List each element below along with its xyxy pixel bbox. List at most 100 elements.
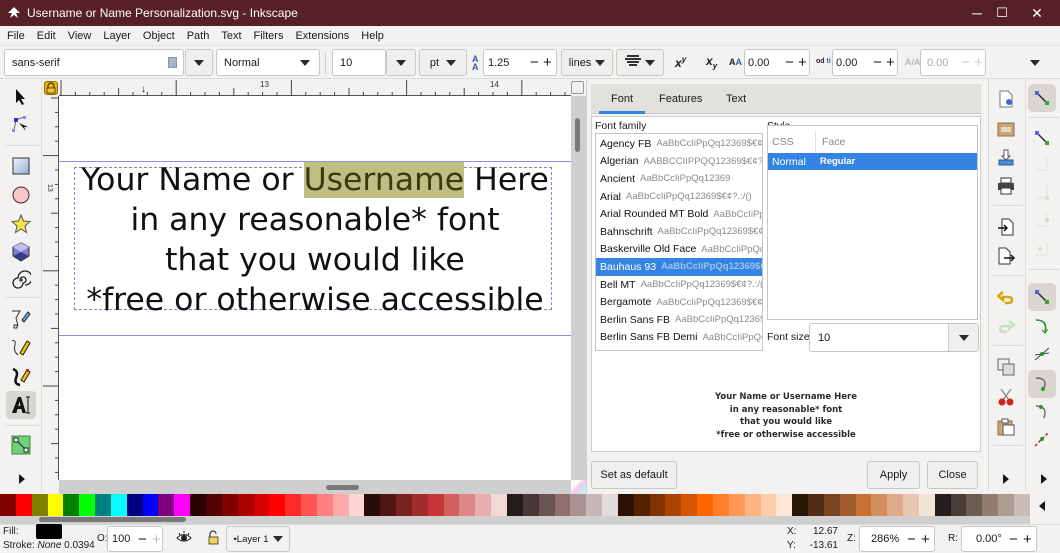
close-window-button[interactable]: ✕ bbox=[1014, 0, 1060, 26]
char-rotation-increase[interactable]: + bbox=[974, 54, 983, 71]
palette-swatch[interactable] bbox=[586, 494, 603, 516]
horizontal-scroll-thumb[interactable] bbox=[326, 485, 359, 490]
3d-box-tool[interactable] bbox=[6, 238, 36, 266]
selector-tool[interactable] bbox=[6, 83, 36, 111]
font-family-dropdown[interactable] bbox=[185, 49, 213, 76]
bezier-tool[interactable] bbox=[6, 305, 36, 333]
cut-button[interactable] bbox=[992, 383, 1020, 411]
ellipse-tool[interactable] bbox=[6, 181, 36, 209]
palette-swatch[interactable] bbox=[918, 494, 935, 516]
palette-swatch[interactable] bbox=[633, 494, 650, 516]
palette-swatch[interactable] bbox=[475, 494, 492, 516]
letter-spacing-increase[interactable]: + bbox=[798, 54, 807, 71]
menu-extensions[interactable]: Extensions bbox=[288, 30, 354, 42]
palette-swatch[interactable] bbox=[554, 494, 571, 516]
rotate-increase[interactable]: + bbox=[1023, 531, 1032, 548]
palette-swatch[interactable] bbox=[364, 494, 381, 516]
dialog-font-size-dropdown[interactable] bbox=[948, 324, 978, 351]
fill-swatch[interactable] bbox=[36, 524, 62, 539]
font-list-item[interactable]: Agency FB AaBbCcIiPpQq12369$€¢?.:/() bbox=[596, 135, 762, 153]
palette-swatch[interactable] bbox=[79, 494, 96, 516]
snap-midpoint[interactable] bbox=[1028, 425, 1056, 453]
set-as-default-button[interactable]: Set as default bbox=[591, 461, 677, 489]
font-list-item[interactable]: Bergamote AaBbCcIiPpQq12369$€¢?.:/() bbox=[596, 293, 762, 311]
snap-smooth[interactable] bbox=[1028, 398, 1056, 426]
palette-swatch[interactable] bbox=[966, 494, 983, 516]
opacity-input[interactable]: 100 − + bbox=[107, 526, 163, 552]
palette-swatch[interactable] bbox=[792, 494, 809, 516]
palette-swatch[interactable] bbox=[142, 494, 159, 516]
palette-swatch[interactable] bbox=[95, 494, 111, 516]
duplicate-button[interactable] bbox=[992, 353, 1020, 381]
ruler-horizontal[interactable]: 13 14 ↓ bbox=[59, 79, 571, 96]
ruler-vertical[interactable]: 13 bbox=[42, 96, 59, 480]
palette-swatch[interactable] bbox=[110, 494, 127, 516]
palette-swatch[interactable] bbox=[570, 494, 587, 516]
line-spacing-decrease[interactable]: − bbox=[530, 54, 539, 71]
zoom-correction-icon[interactable] bbox=[571, 81, 584, 94]
color-management-icon[interactable] bbox=[571, 480, 586, 494]
snap-bbox-edge[interactable] bbox=[1028, 151, 1056, 179]
palette-scroll-thumb[interactable] bbox=[39, 517, 186, 522]
opacity-increase[interactable]: + bbox=[152, 531, 161, 548]
import-button[interactable] bbox=[992, 144, 1020, 172]
palette-swatch[interactable] bbox=[174, 494, 191, 516]
palette-swatch[interactable] bbox=[443, 494, 460, 516]
palette-swatch[interactable] bbox=[205, 494, 222, 516]
node-tool[interactable] bbox=[6, 111, 36, 139]
palette-swatch[interactable] bbox=[190, 494, 206, 516]
text-tool[interactable] bbox=[6, 391, 36, 419]
palette-swatch[interactable] bbox=[808, 494, 824, 516]
palette-swatch[interactable] bbox=[316, 494, 333, 516]
canvas[interactable]: Your Name or Username Here in any reason… bbox=[59, 96, 571, 480]
char-rotation-decrease[interactable]: − bbox=[961, 54, 970, 71]
pencil-tool[interactable] bbox=[6, 334, 36, 362]
snap-toggle[interactable] bbox=[1028, 84, 1056, 112]
rotation-input[interactable]: 0.00° − + bbox=[961, 526, 1037, 552]
tab-font[interactable]: Font bbox=[611, 84, 633, 114]
menu-help[interactable]: Help bbox=[354, 30, 389, 42]
palette-swatch[interactable] bbox=[934, 494, 951, 516]
menu-object[interactable]: Object bbox=[136, 30, 180, 42]
snap-bbox-center[interactable] bbox=[1028, 236, 1056, 264]
font-list-item[interactable]: Berlin Sans FB Demi AaBbCcIiPpQq bbox=[596, 329, 762, 347]
snap-nodes[interactable] bbox=[1028, 283, 1056, 311]
tab-text[interactable]: Text bbox=[726, 84, 746, 114]
print-button[interactable] bbox=[992, 172, 1020, 200]
palette-swatch[interactable] bbox=[998, 494, 1014, 516]
font-list-item[interactable]: Algerian AABBCCIIPPQQ12369$€¢? bbox=[596, 153, 762, 171]
palette-swatch[interactable] bbox=[332, 494, 349, 516]
rotate-decrease[interactable]: − bbox=[1009, 531, 1018, 548]
spiral-tool[interactable] bbox=[6, 266, 36, 294]
palette-swatch[interactable] bbox=[855, 494, 872, 516]
palette-swatch[interactable] bbox=[507, 494, 523, 516]
vertical-scrollbar[interactable] bbox=[571, 96, 586, 480]
font-style-select[interactable]: Normal bbox=[216, 49, 320, 76]
palette-swatch[interactable] bbox=[253, 494, 270, 516]
palette-swatch[interactable] bbox=[602, 494, 618, 516]
font-list-item[interactable]: Arial AaBbCcIiPpQq12369$€¢?.:/() bbox=[596, 188, 762, 206]
tab-features[interactable]: Features bbox=[659, 84, 702, 114]
menu-file[interactable]: File bbox=[0, 30, 30, 42]
palette-swatch[interactable] bbox=[903, 494, 919, 516]
toolbox-expand-icon[interactable] bbox=[19, 474, 25, 484]
paste-button[interactable] bbox=[992, 413, 1020, 441]
font-list-item[interactable]: Bell MT AaBbCcIiPpQq12369$€¢?.:/() bbox=[596, 276, 762, 294]
palette-swatch[interactable] bbox=[126, 494, 143, 516]
unit-select[interactable]: pt bbox=[419, 49, 467, 76]
font-list-item[interactable]: Ancient AaBbCcIiPpQq12369 bbox=[596, 170, 762, 188]
palette-swatch[interactable] bbox=[459, 494, 476, 516]
palette-swatch[interactable] bbox=[760, 494, 777, 516]
apply-button[interactable]: Apply bbox=[867, 461, 920, 489]
commands-expand-icon[interactable] bbox=[1003, 474, 1009, 484]
font-list-item[interactable]: Bahnschrift AaBbCcIiPpQq12369$€¢? bbox=[596, 223, 762, 241]
palette-swatch[interactable] bbox=[63, 494, 80, 516]
snap-bbox[interactable] bbox=[1028, 124, 1056, 152]
subscript-button[interactable]: xy bbox=[706, 54, 717, 70]
palette-swatch[interactable] bbox=[427, 494, 444, 516]
line-spacing-increase[interactable]: + bbox=[543, 54, 552, 71]
export-button[interactable] bbox=[992, 242, 1020, 270]
palette-swatch[interactable] bbox=[348, 494, 365, 516]
style-list[interactable]: CSS Face Normal Regular bbox=[767, 125, 978, 320]
palette-swatch[interactable] bbox=[712, 494, 729, 516]
